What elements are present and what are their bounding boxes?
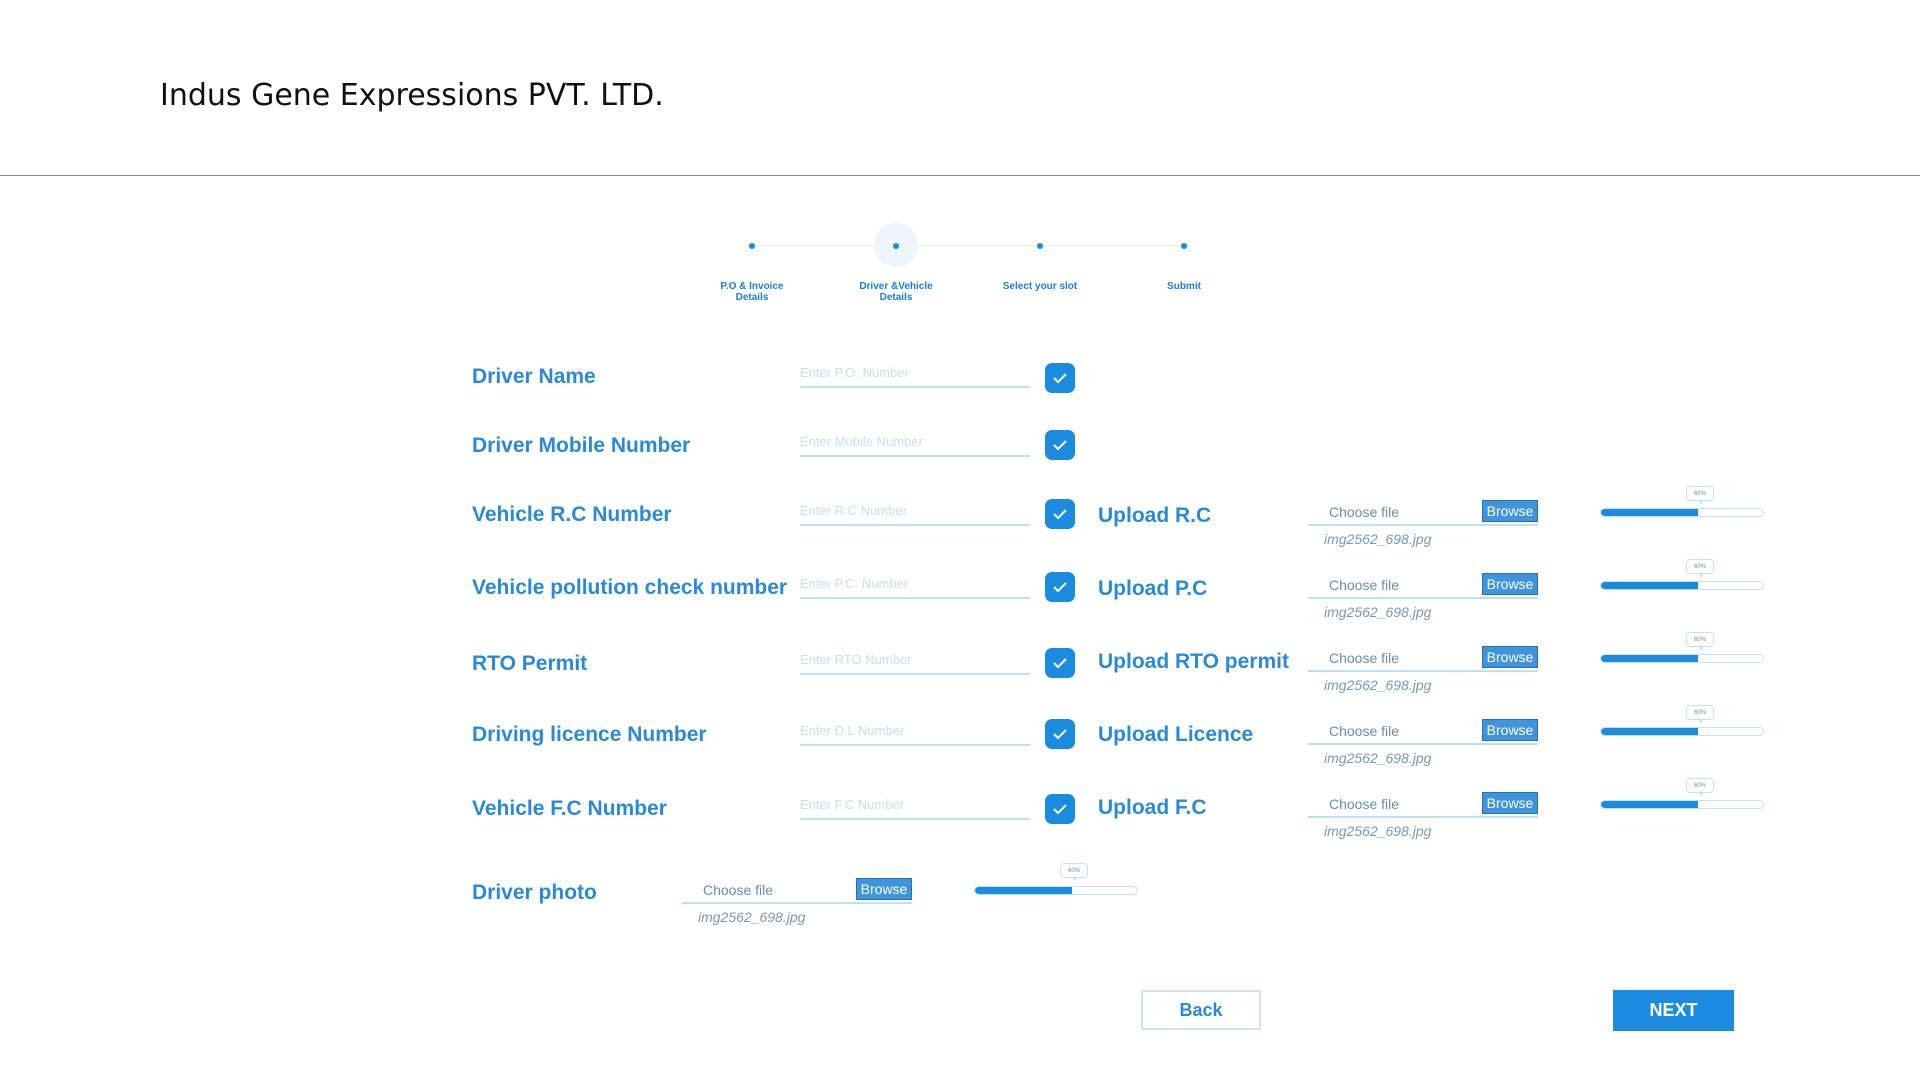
step-dot-select-slot[interactable]	[1037, 243, 1043, 249]
upload-licence-browse-button[interactable]: Browse	[1482, 719, 1538, 741]
label-vehicle-pollution: Vehicle pollution check number	[472, 576, 788, 599]
upload-licence-field[interactable]: Choose file Browse	[1308, 719, 1538, 745]
driving-licence-input[interactable]	[800, 716, 1030, 746]
driver-photo-progress-bar	[974, 886, 1138, 895]
upload-pc-progress-bar	[1600, 581, 1764, 590]
upload-rto-permit-progress-bar	[1600, 654, 1764, 663]
upload-rc-field[interactable]: Choose file Browse	[1308, 500, 1538, 526]
next-button[interactable]: NEXT	[1613, 990, 1734, 1031]
rto-permit-check-button[interactable]	[1045, 648, 1075, 678]
label-upload-pc: Upload P.C	[1098, 577, 1208, 600]
upload-rto-permit-browse-button[interactable]: Browse	[1482, 646, 1538, 668]
step-label-line: Submit	[1167, 281, 1201, 292]
step-label-line: Details	[879, 292, 913, 303]
label-driver-name: Driver Name	[472, 365, 596, 388]
step-dot-submit[interactable]	[1181, 243, 1187, 249]
step-label-line: Driver &Vehicle	[859, 281, 933, 292]
step-dot-po-invoice[interactable]	[749, 243, 755, 249]
upload-rto-permit-progress-percent: 60%	[1686, 632, 1714, 650]
check-icon	[1053, 658, 1067, 669]
driver-photo-browse-button[interactable]: Browse	[856, 878, 912, 900]
check-icon	[1053, 582, 1067, 593]
choose-file-text: Choose file	[1329, 577, 1400, 593]
upload-licence-file-name: img2562_698.jpg	[1324, 750, 1432, 766]
upload-rc-progress-fill	[1601, 509, 1699, 516]
driver-photo-progress-percent: 60%	[1060, 863, 1088, 881]
upload-rc-progress-bar	[1600, 508, 1764, 517]
check-icon	[1053, 804, 1067, 815]
step-label-select-slot[interactable]: Select your slot	[980, 281, 1100, 292]
upload-pc-field[interactable]: Choose file Browse	[1308, 573, 1538, 599]
rto-permit-input[interactable]	[800, 645, 1030, 675]
driving-licence-check-button[interactable]	[1045, 719, 1075, 749]
stepper-line	[752, 245, 1184, 246]
upload-fc-progress-percent: 60%	[1686, 778, 1714, 796]
vehicle-pollution-check-button[interactable]	[1045, 572, 1075, 602]
choose-file-text: Choose file	[1329, 796, 1400, 812]
upload-fc-progress-bar	[1600, 800, 1764, 809]
check-icon	[1053, 509, 1067, 520]
check-icon	[1053, 729, 1067, 740]
step-label-po-invoice[interactable]: P.O & Invoice Details	[692, 281, 812, 303]
driver-name-check-button[interactable]	[1045, 363, 1075, 393]
driver-mobile-input[interactable]	[800, 427, 1030, 457]
step-label-line: P.O & Invoice	[720, 281, 784, 292]
label-vehicle-rc: Vehicle R.C Number	[472, 503, 672, 526]
step-label-line: Details	[735, 292, 769, 303]
choose-file-text: Choose file	[1329, 504, 1400, 520]
upload-licence-progress-fill	[1601, 728, 1699, 735]
upload-pc-progress-percent: 60%	[1686, 559, 1714, 577]
label-upload-fc: Upload F.C	[1098, 796, 1207, 819]
upload-pc-progress-fill	[1601, 582, 1699, 589]
driver-name-input[interactable]	[800, 358, 1030, 388]
step-label-driver-vehicle[interactable]: Driver &Vehicle Details	[836, 281, 956, 303]
step-label-submit[interactable]: Submit	[1124, 281, 1244, 292]
step-label-line: Select your slot	[1002, 281, 1078, 292]
driver-photo-upload-field[interactable]: Choose file Browse	[682, 878, 912, 904]
label-vehicle-fc: Vehicle F.C Number	[472, 797, 667, 820]
label-upload-rc: Upload R.C	[1098, 504, 1212, 527]
upload-rto-permit-field[interactable]: Choose file Browse	[1308, 646, 1538, 672]
upload-rto-permit-file-name: img2562_698.jpg	[1324, 677, 1432, 693]
upload-licence-progress-percent: 60%	[1686, 705, 1714, 723]
label-upload-licence: Upload Licence	[1098, 723, 1254, 746]
upload-fc-field[interactable]: Choose file Browse	[1308, 792, 1538, 818]
driver-photo-progress-fill	[975, 887, 1073, 894]
vehicle-fc-check-button[interactable]	[1045, 794, 1075, 824]
choose-file-text: Choose file	[1329, 650, 1400, 666]
upload-pc-browse-button[interactable]: Browse	[1482, 573, 1538, 595]
upload-rc-progress-percent: 60%	[1686, 486, 1714, 504]
upload-fc-browse-button[interactable]: Browse	[1482, 792, 1538, 814]
label-upload-rto-permit: Upload RTO permit	[1098, 650, 1289, 673]
check-icon	[1053, 373, 1067, 384]
upload-rc-browse-button[interactable]: Browse	[1482, 500, 1538, 522]
back-button[interactable]: Back	[1141, 990, 1261, 1030]
step-dot-driver-vehicle[interactable]	[893, 243, 899, 249]
upload-fc-progress-fill	[1601, 801, 1699, 808]
label-driver-photo: Driver photo	[472, 881, 597, 904]
vehicle-rc-input[interactable]	[800, 496, 1030, 526]
upload-fc-file-name: img2562_698.jpg	[1324, 823, 1432, 839]
upload-licence-progress-bar	[1600, 727, 1764, 736]
company-name: Indus Gene Expressions PVT. LTD.	[160, 78, 664, 113]
vehicle-pollution-input[interactable]	[800, 569, 1030, 599]
label-driving-licence: Driving licence Number	[472, 723, 707, 746]
check-icon	[1053, 440, 1067, 451]
choose-file-text: Choose file	[1329, 723, 1400, 739]
header-divider	[0, 175, 1920, 176]
label-rto-permit: RTO Permit	[472, 652, 588, 675]
vehicle-rc-check-button[interactable]	[1045, 499, 1075, 529]
upload-rc-file-name: img2562_698.jpg	[1324, 531, 1432, 547]
upload-pc-file-name: img2562_698.jpg	[1324, 604, 1432, 620]
driver-photo-file-name: img2562_698.jpg	[698, 909, 806, 925]
driver-mobile-check-button[interactable]	[1045, 430, 1075, 460]
vehicle-fc-input[interactable]	[800, 790, 1030, 820]
choose-file-text: Choose file	[703, 882, 774, 898]
label-driver-mobile: Driver Mobile Number	[472, 434, 691, 457]
upload-rto-permit-progress-fill	[1601, 655, 1699, 662]
